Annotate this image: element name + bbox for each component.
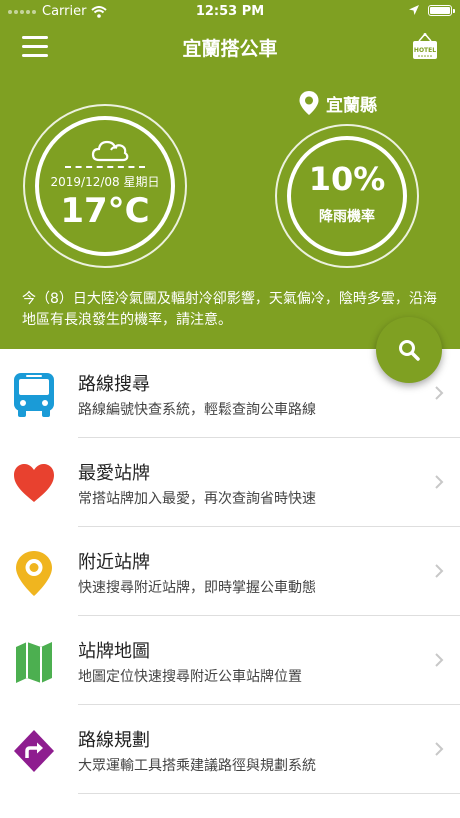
chevron-right-icon xyxy=(435,742,444,756)
temperature-widget: 2019/12/08 星期日 17°C xyxy=(23,104,187,268)
hotel-sign-text: HOTEL xyxy=(414,47,436,54)
location-name: 宜蘭縣 xyxy=(326,95,377,116)
list-item-title: 附近站牌 xyxy=(78,552,150,573)
location-label: 宜蘭縣 xyxy=(298,90,377,116)
status-time: 12:53 PM xyxy=(195,4,265,19)
hotel-icon: HOTEL xyxy=(413,33,437,59)
rain-probability-value: 10% xyxy=(308,160,386,198)
weather-notice: 今（8）日大陸冷氣團及輻射冷卻影響，天氣偏冷，陰時多雲，沿海地區有長浪發生的機率… xyxy=(22,291,437,328)
list-item-desc: 大眾運輸工具搭乘建議路徑與規劃系統 xyxy=(78,758,316,774)
map-icon xyxy=(16,642,52,683)
dashed-divider xyxy=(65,166,145,168)
list-item-favorite-stops[interactable]: 最愛站牌 常搭站牌加入最愛，再次查詢省時快速 xyxy=(0,438,460,527)
divider xyxy=(78,793,460,794)
list-item-desc: 路線編號快查系統，輕鬆查詢公車路線 xyxy=(78,402,316,418)
rain-probability-label: 降雨機率 xyxy=(319,209,375,225)
app-title: 宜蘭搭公車 xyxy=(182,38,278,60)
chevron-right-icon xyxy=(435,564,444,578)
status-bar: Carrier 12:53 PM xyxy=(0,0,460,24)
battery-icon xyxy=(428,4,455,16)
list-item-stop-map[interactable]: 站牌地圖 地圖定位快速搜尋附近公車站牌位置 xyxy=(0,616,460,705)
search-icon xyxy=(399,340,420,361)
location-pin-icon xyxy=(299,91,319,115)
bus-icon xyxy=(14,373,54,417)
list-item-title: 站牌地圖 xyxy=(78,641,150,662)
route-icon xyxy=(14,730,54,772)
list-item-title: 路線規劃 xyxy=(78,730,150,751)
navbar: 宜蘭搭公車 HOTEL xyxy=(0,24,460,70)
list-item-desc: 地圖定位快速搜尋附近公車站牌位置 xyxy=(78,669,302,685)
temperature-value: 17°C xyxy=(60,191,150,231)
chevron-right-icon xyxy=(435,386,444,400)
cloud-icon xyxy=(91,140,129,162)
list-item-route-planning[interactable]: 路線規劃 大眾運輸工具搭乘建議路徑與規劃系統 xyxy=(0,705,460,794)
list-item-title: 路線搜尋 xyxy=(78,374,150,395)
weather-date: 2019/12/08 星期日 xyxy=(50,175,160,189)
hotel-button[interactable]: HOTEL xyxy=(410,32,440,62)
list-item-desc: 快速搜尋附近站牌，即時掌握公車動態 xyxy=(78,580,316,596)
rain-widget: 10% 降雨機率 xyxy=(275,124,419,268)
weather-header: Carrier 12:53 PM 宜蘭搭公車 HOTEL 2019/12/08 … xyxy=(0,0,460,349)
location-arrow-icon xyxy=(409,5,419,15)
search-button[interactable] xyxy=(376,317,442,383)
list-item-title: 最愛站牌 xyxy=(78,463,150,484)
list-item-nearby-stops[interactable]: 附近站牌 快速搜尋附近站牌，即時掌握公車動態 xyxy=(0,527,460,616)
feature-list: 路線搜尋 路線編號快查系統，輕鬆查詢公車路線 最愛站牌 常搭站牌加入最愛，再次查… xyxy=(0,349,460,794)
heart-icon xyxy=(14,464,54,502)
chevron-right-icon xyxy=(435,475,444,489)
chevron-right-icon xyxy=(435,653,444,667)
map-pin-icon xyxy=(16,551,52,596)
list-item-desc: 常搭站牌加入最愛，再次查詢省時快速 xyxy=(78,491,316,507)
